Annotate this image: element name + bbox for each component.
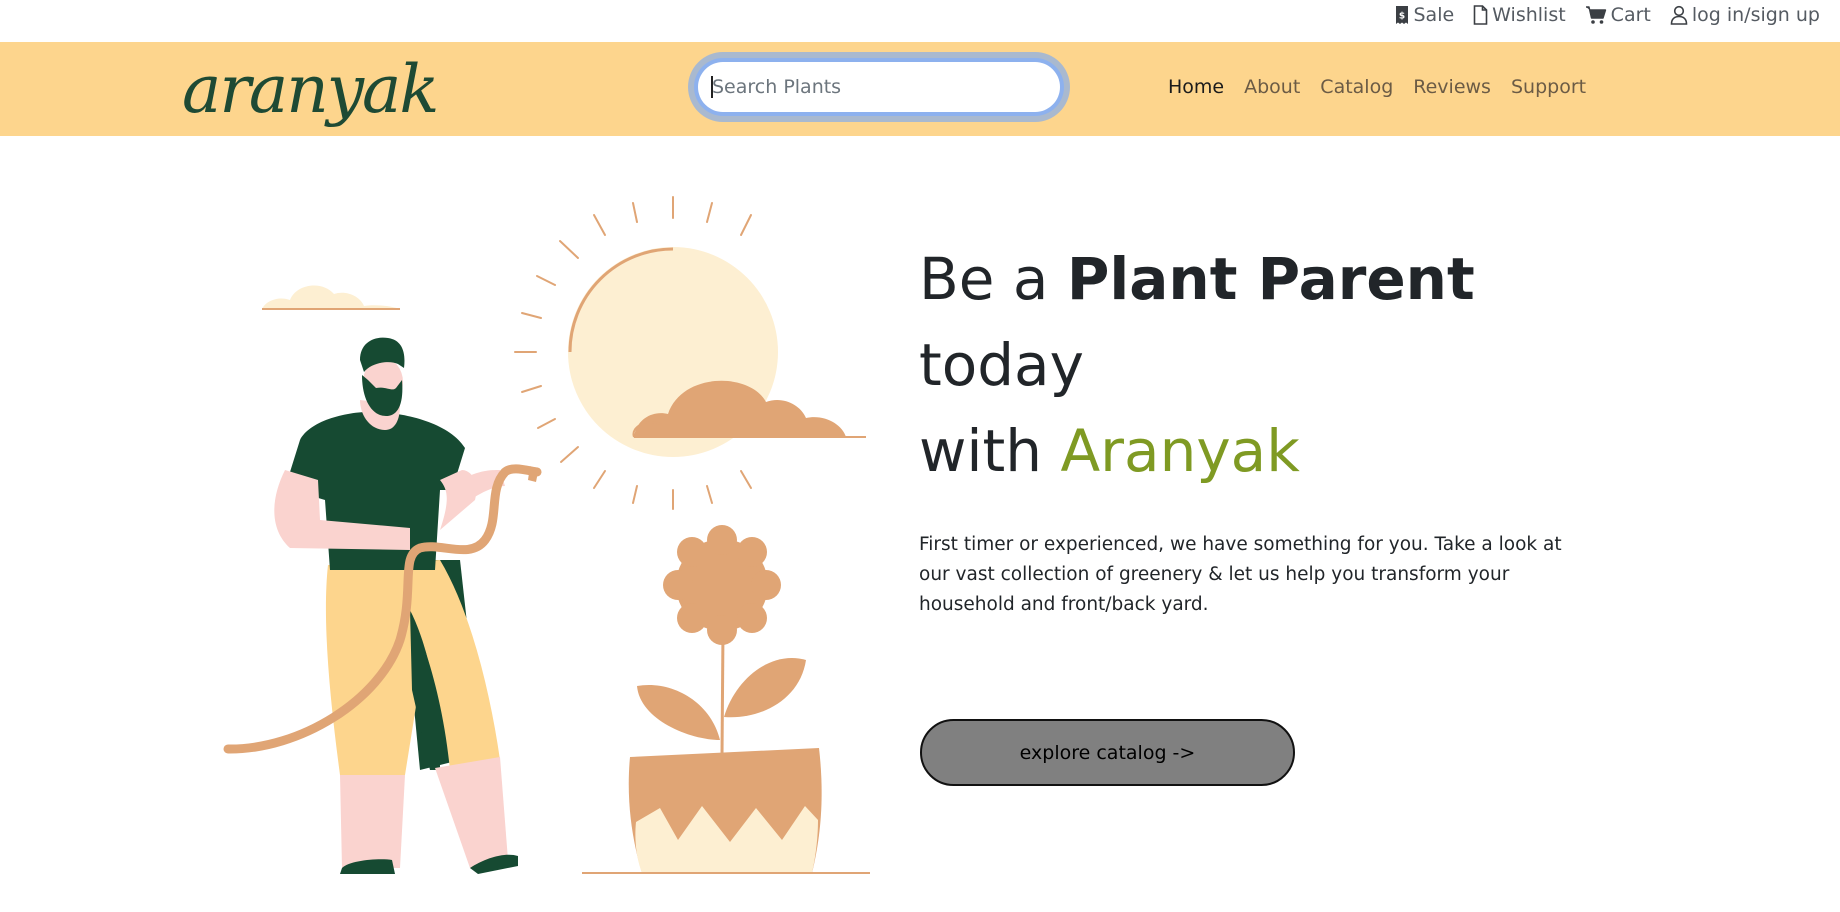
cart-label: Cart bbox=[1610, 4, 1651, 26]
text-caret bbox=[711, 76, 713, 98]
explore-catalog-button[interactable]: explore catalog -> bbox=[920, 719, 1295, 786]
wishlist-label: Wishlist bbox=[1492, 4, 1566, 26]
document-icon bbox=[1473, 5, 1488, 25]
hero-title-line2: today bbox=[919, 331, 1084, 399]
search-input[interactable] bbox=[698, 62, 1060, 112]
hero-title-with: with bbox=[919, 417, 1061, 485]
hero-title: Be a Plant Parent today with Aranyak bbox=[919, 236, 1639, 494]
cart-icon bbox=[1585, 5, 1607, 25]
cart-link[interactable]: Cart bbox=[1585, 4, 1651, 26]
nav-catalog[interactable]: Catalog bbox=[1320, 76, 1393, 98]
sale-label: Sale bbox=[1413, 4, 1455, 26]
hero-title-bold: Plant Parent bbox=[1066, 245, 1475, 313]
brand-logo[interactable]: aranyak bbox=[180, 42, 470, 136]
nav-home[interactable]: Home bbox=[1168, 76, 1224, 98]
hero-title-brand: Aranyak bbox=[1060, 417, 1300, 485]
main-nav: Home About Catalog Reviews Support bbox=[1168, 76, 1586, 98]
hero-description: First timer or experienced, we have some… bbox=[919, 534, 1562, 615]
logo-text: aranyak bbox=[182, 51, 437, 128]
nav-about[interactable]: About bbox=[1244, 76, 1300, 98]
top-utility-bar: $ Sale Wishlist Cart log in/sign up bbox=[0, 0, 1840, 42]
gardener-illustration bbox=[223, 337, 542, 874]
person-icon bbox=[1670, 5, 1688, 25]
small-cloud-illustration bbox=[262, 285, 400, 310]
hero-illustration bbox=[223, 196, 870, 874]
nav-reviews[interactable]: Reviews bbox=[1413, 76, 1491, 98]
potted-flower-illustration bbox=[582, 525, 870, 874]
login-link[interactable]: log in/sign up bbox=[1670, 4, 1820, 26]
hero-title-prefix: Be a bbox=[919, 245, 1067, 313]
nav-support[interactable]: Support bbox=[1511, 76, 1586, 98]
svg-text:$: $ bbox=[1398, 12, 1404, 22]
wishlist-link[interactable]: Wishlist bbox=[1473, 4, 1566, 26]
sale-link[interactable]: $ Sale bbox=[1394, 4, 1455, 26]
site-header: aranyak Home About Catalog Reviews Suppo… bbox=[0, 42, 1840, 136]
search-focus-ring bbox=[694, 58, 1064, 116]
utility-links: $ Sale Wishlist Cart log in/sign up bbox=[1394, 4, 1820, 26]
receipt-dollar-icon: $ bbox=[1394, 5, 1410, 25]
login-label: log in/sign up bbox=[1691, 4, 1820, 26]
search-box bbox=[688, 52, 1070, 122]
